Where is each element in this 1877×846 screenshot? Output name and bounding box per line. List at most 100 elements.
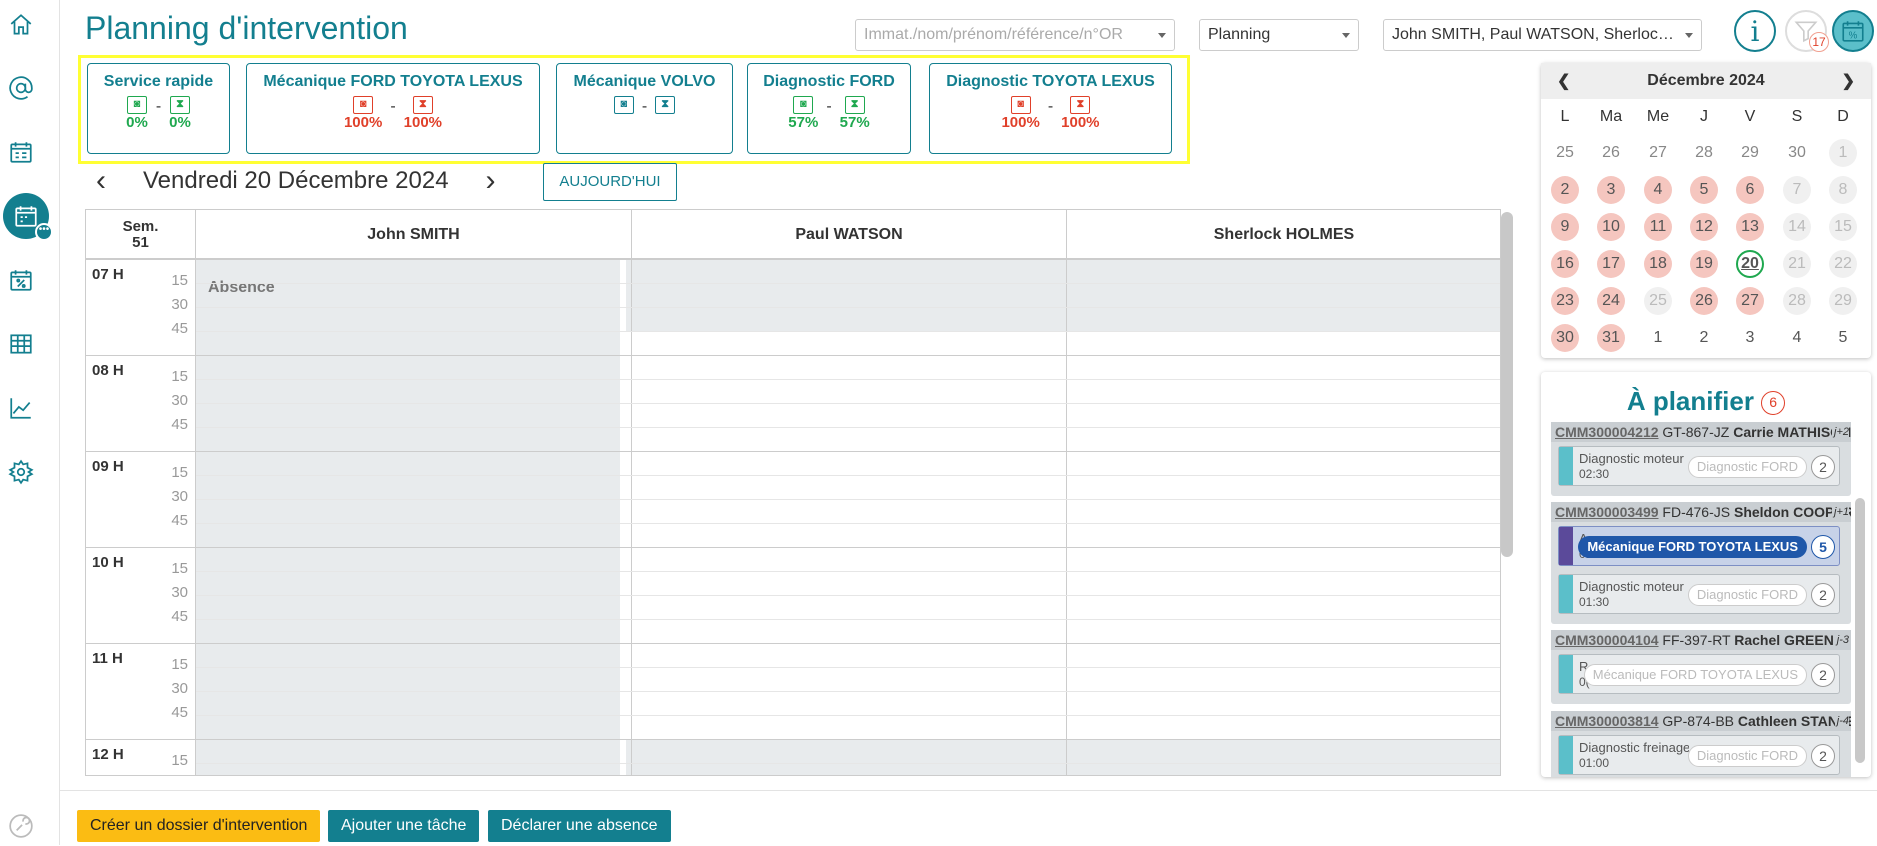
grid-scrollbar[interactable] [1501, 212, 1513, 557]
calendar-day[interactable]: 6 [1736, 176, 1764, 204]
calendar-day[interactable]: 20 [1736, 250, 1764, 278]
calendar-day[interactable]: 18 [1644, 250, 1672, 278]
info-button[interactable]: i [1734, 10, 1776, 52]
calendar-day[interactable]: 5 [1690, 176, 1718, 204]
next-day-button[interactable]: › [475, 164, 507, 198]
calendar-day[interactable]: 22 [1829, 250, 1857, 278]
calendar-day[interactable]: 30 [1551, 324, 1579, 352]
time-slot[interactable] [196, 619, 1500, 620]
time-slot[interactable] [196, 715, 1500, 716]
calendar-day[interactable]: 9 [1551, 213, 1579, 241]
calendar-day[interactable]: 19 [1690, 250, 1718, 278]
time-slot[interactable] [196, 307, 1500, 308]
to-plan-scrollbar[interactable] [1855, 498, 1865, 763]
calendar-day[interactable]: 7 [1783, 176, 1811, 204]
calendar-day[interactable]: 25 [1551, 139, 1579, 167]
calendar-day[interactable]: 4 [1644, 176, 1672, 204]
calendar-day[interactable]: 21 [1783, 250, 1811, 278]
skill-card[interactable]: Mécanique VOLVO ◙ - ⧗ [556, 63, 733, 154]
task-item[interactable]: Diagnostic moteur 01:30 Diagnostic FORD 2 [1558, 574, 1840, 614]
calendar-day[interactable]: 24 [1597, 287, 1625, 315]
view-select[interactable]: Planning [1199, 19, 1359, 51]
time-slot[interactable] [196, 739, 1500, 740]
calendar-day[interactable]: 2 [1690, 324, 1718, 352]
time-slot[interactable] [196, 643, 1500, 644]
add-task-button[interactable]: Ajouter une tâche [328, 810, 480, 842]
calendar-day[interactable]: 11 [1644, 213, 1672, 241]
calendar-day[interactable]: 3 [1597, 176, 1625, 204]
calendar-day[interactable]: 4 [1783, 324, 1811, 352]
calendar-day[interactable]: 28 [1783, 287, 1811, 315]
home-icon[interactable] [1, 5, 41, 45]
today-button[interactable]: AUJOURD'HUI [543, 163, 677, 201]
wrench-icon[interactable] [1, 806, 41, 846]
time-slot[interactable] [196, 523, 1500, 524]
time-slot[interactable] [196, 451, 1500, 452]
calendar-day[interactable]: 3 [1736, 324, 1764, 352]
calendar-day[interactable]: 17 [1597, 250, 1625, 278]
task-item[interactable]: Diagnostic moteur 02:30 Diagnostic FORD 2 [1558, 446, 1840, 486]
time-slot[interactable] [196, 355, 1500, 356]
calendar-day[interactable]: 26 [1690, 287, 1718, 315]
work-order-card[interactable]: CMM300004104 FF-397-RT Rachel GREEN j-3 R.… [1551, 630, 1851, 704]
task-item[interactable]: A.01Mécanique FORD TOYOTA LEXUS5 [1558, 526, 1840, 566]
calendar-day[interactable]: 10 [1597, 213, 1625, 241]
calendar-list-icon[interactable] [1, 132, 41, 172]
at-icon[interactable] [1, 68, 41, 108]
task-item[interactable]: Diagnostic freinage 01:00 Diagnostic FORD 2 [1558, 735, 1840, 775]
skill-card[interactable]: Mécanique FORD TOYOTA LEXUS ◙ 100% - ⧗ 100% [246, 63, 540, 154]
calendar-day[interactable]: 25 [1644, 287, 1672, 315]
calendar-day[interactable]: 8 [1829, 176, 1857, 204]
calendar-day[interactable]: 27 [1736, 287, 1764, 315]
calendar-day[interactable]: 30 [1783, 139, 1811, 167]
absence-block[interactable]: Absence [196, 259, 620, 775]
calendar-percent-button[interactable]: % [1832, 10, 1874, 52]
time-slot[interactable] [196, 427, 1500, 428]
work-order-card[interactable]: CMM300004212 GT-867-JZ Carrie MATHISON j+… [1551, 422, 1851, 496]
declare-absence-button[interactable]: Déclarer une absence [488, 810, 671, 842]
work-order-ref[interactable]: CMM300003499 [1555, 504, 1659, 520]
time-slot[interactable] [196, 667, 1500, 668]
table-icon[interactable] [1, 324, 41, 364]
filter-button[interactable]: 17 [1785, 10, 1829, 52]
people-select[interactable]: John SMITH, Paul WATSON, Sherlock HOLMES [1383, 19, 1702, 51]
time-slot[interactable] [196, 547, 1500, 548]
calendar-day[interactable]: 13 [1736, 213, 1764, 241]
time-slot[interactable] [196, 499, 1500, 500]
calendar-day[interactable]: 26 [1597, 139, 1625, 167]
calendar-day[interactable]: 27 [1644, 139, 1672, 167]
calendar-day[interactable]: 16 [1551, 250, 1579, 278]
work-order-ref[interactable]: CMM300003814 [1555, 713, 1659, 729]
time-slot[interactable] [196, 691, 1500, 692]
time-slot[interactable] [196, 259, 1500, 260]
time-slot[interactable] [196, 379, 1500, 380]
create-intervention-button[interactable]: Créer un dossier d'intervention [77, 810, 321, 842]
calendar-day[interactable]: 5 [1829, 324, 1857, 352]
work-order-ref[interactable]: CMM300004212 [1555, 424, 1659, 440]
skill-card[interactable]: Diagnostic TOYOTA LEXUS ◙ 100% - ⧗ 100% [929, 63, 1172, 154]
skill-card[interactable]: Diagnostic FORD ◙ 57% - ⧗ 57% [747, 63, 911, 154]
prev-day-button[interactable]: ‹ [85, 164, 117, 198]
search-input[interactable]: Immat./nom/prénom/référence/n°OR [855, 19, 1175, 51]
skill-card[interactable]: Service rapide ◙ 0% - ⧗ 0% [87, 63, 230, 154]
calendar-day[interactable]: 12 [1690, 213, 1718, 241]
calendar-day[interactable]: 31 [1597, 324, 1625, 352]
calendar-prev-button[interactable]: ❮ [1557, 71, 1570, 91]
calendar-day[interactable]: 29 [1736, 139, 1764, 167]
calendar-planning-icon[interactable]: ••• [3, 193, 53, 241]
calendar-day[interactable]: 15 [1829, 213, 1857, 241]
calendar-percent-icon[interactable] [1, 260, 41, 300]
calendar-day[interactable]: 29 [1829, 287, 1857, 315]
calendar-next-button[interactable]: ❯ [1842, 71, 1855, 91]
calendar-day[interactable]: 1 [1644, 324, 1672, 352]
time-slot[interactable] [196, 475, 1500, 476]
task-item[interactable]: R. 0(Mécanique FORD TOYOTA LEXUS 2 [1558, 654, 1840, 694]
time-slot[interactable] [196, 763, 1500, 764]
time-slot[interactable] [196, 595, 1500, 596]
work-order-ref[interactable]: CMM300004104 [1555, 632, 1659, 648]
calendar-day[interactable]: 23 [1551, 287, 1579, 315]
time-slot[interactable] [196, 403, 1500, 404]
calendar-day[interactable]: 28 [1690, 139, 1718, 167]
calendar-day[interactable]: 1 [1829, 139, 1857, 167]
time-slot[interactable] [196, 283, 1500, 284]
